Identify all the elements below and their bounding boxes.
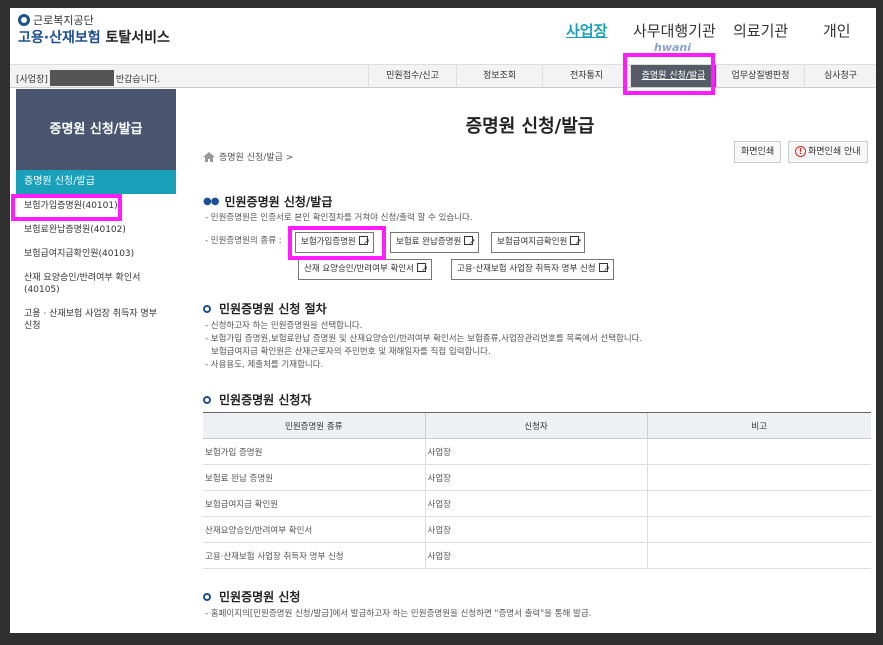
nav-agency[interactable]: 사무대행기관 (633, 20, 716, 41)
section-title: 민원증명원 신청자 (203, 391, 312, 408)
table-cell: 사업장 (424, 438, 647, 465)
column-header: 민원증명원 종류 (203, 412, 425, 439)
org-name: 근로복지공단 (33, 14, 94, 27)
menu-review-request[interactable]: 심사청구 (804, 65, 876, 87)
menu-bar: [사업장] 반갑습니다. 민원접수/신고 정보조회 전자통지 증명원 신청/발급… (10, 64, 876, 88)
bullet-dots-icon: ●● (203, 196, 219, 207)
menu-disease-judgement[interactable]: 업무상질병판정 (716, 65, 804, 87)
warning-icon: ! (795, 146, 806, 157)
table-cell (646, 542, 871, 569)
ring-bullet-icon (203, 304, 211, 313)
section-title: 민원증명원 신청 절차 (203, 300, 327, 317)
page-title: 증명원 신청/발급 (465, 116, 595, 137)
link-label: 고용·산재보험 사업장 취득자 명부 신청 (457, 264, 596, 274)
section-title-text: 민원증명원 신청 절차 (219, 302, 327, 316)
table-row: 보험급여지급 확인원 사업장 (203, 490, 871, 517)
greeting: [사업장] 반갑습니다. (16, 70, 160, 86)
external-link-icon (570, 232, 581, 251)
highlight-sidebar-item (11, 194, 122, 221)
header: 근로복지공단 고용·산재보험 토탈서비스 사업장 사무대행기관 의료기관 개인 … (10, 8, 876, 63)
link-label: 산재 요양승인/반려여부 확인서 (304, 264, 414, 274)
table-row: 산재요양승인/반려여부 확인서 사업장 (203, 516, 871, 543)
section-title: 민원증명원 신청 (203, 588, 300, 605)
print-guide-button[interactable]: ! 화면인쇄 안내 (788, 141, 868, 163)
procedure-line: - 사용용도, 제출처를 기재합니다. (205, 360, 324, 370)
section-title-text: 민원증명원 신청자 (219, 393, 312, 407)
breadcrumb-item[interactable]: 증명원 신청/발급 > (219, 150, 293, 163)
section-text: - 민원증명원은 인증서로 본인 확인절차를 거쳐야 신청/출력 할 수 있습니… (205, 213, 473, 223)
nav-personal[interactable]: 개인 (823, 20, 851, 41)
procedure-line: - 보험가입 증명원,보험료완납 증명원 및 산재요양승인/반려여부 확인서는 … (205, 334, 643, 344)
sidebar-item-acquirer-list[interactable]: 고용 · 산재보험 사업장 취득자 명부 신청 (16, 302, 176, 338)
table-cell (646, 464, 871, 491)
link-benefit-confirm[interactable]: 보험급여지급확인원 (491, 232, 586, 253)
external-link-icon (464, 232, 475, 251)
sidebar-item-benefit-confirm[interactable]: 보험급여지급확인원(40103) (16, 242, 176, 266)
section-text: - 신청하고자 하는 민원증명원을 선택합니다. - 보험가입 증명원,보험료완… (205, 320, 642, 372)
service-title-dark: 토탈서비스 (105, 30, 170, 46)
greeting-prefix: [사업장] (16, 74, 48, 85)
greeting-suffix: 반갑습니다. (115, 74, 161, 85)
section-title: ●● 민원증명원 신청/발급 (203, 193, 332, 210)
section-title-text: 민원증명원 신청 (219, 590, 301, 604)
table-row: 보험가입 증명원 사업장 (203, 438, 871, 465)
table-cell (646, 516, 871, 543)
table-header-row: 민원증명원 종류 신청자 비고 (203, 412, 871, 439)
nav-medical[interactable]: 의료기관 (733, 20, 788, 41)
procedure-line: 보험급여지급 확인원은 산재근로자의 주민번호 및 재해일자를 직접 입력합니다… (211, 347, 491, 357)
kind-label: - 민원증명원의 종류 : (205, 236, 282, 246)
table-cell: 보험가입 증명원 (203, 438, 425, 465)
external-link-icon (598, 259, 610, 278)
table-cell (646, 438, 871, 465)
table-cell (646, 490, 871, 517)
link-label: 보험급여지급확인원 (497, 237, 568, 247)
table-cell: 사업장 (424, 464, 647, 491)
external-link-icon (416, 259, 428, 278)
ring-bullet-icon (203, 592, 211, 601)
applicant-table: 민원증명원 종류 신청자 비고 보험가입 증명원 사업장 보험료 완납 증명원 … (203, 412, 871, 569)
highlight-menu-certificate (623, 53, 715, 95)
service-title-blue: 고용·산재보험 (18, 30, 101, 46)
table-cell: 사업장 (424, 516, 647, 543)
procedure-line: - 신청하고자 하는 민원증명원을 선택합니다. (205, 321, 363, 331)
menu-info-lookup[interactable]: 정보조회 (456, 65, 542, 87)
link-acquirer-list[interactable]: 고용·산재보험 사업장 취득자 명부 신청 (451, 259, 614, 280)
nav-workplace[interactable]: 사업장 (566, 20, 607, 41)
menu-civil-report[interactable]: 민원접수/신고 (368, 65, 456, 87)
sidebar-current[interactable]: 증명원 신청/발급 (16, 170, 176, 194)
table-row: 보험료 완납 증명원 사업장 (203, 464, 871, 491)
sidebar-item-premium-paid[interactable]: 보험료완납증명원(40102) (16, 218, 176, 242)
breadcrumb: 증명원 신청/발급 > (203, 150, 293, 163)
highlight-insurance-cert (288, 226, 386, 260)
ring-bullet-icon (203, 395, 211, 404)
menu-e-notice[interactable]: 전자통지 (542, 65, 630, 87)
link-premium-paid[interactable]: 보험료 완납증명원 (390, 232, 480, 253)
table-cell: 보험급여지급 확인원 (203, 490, 425, 517)
table-cell: 보험료 완납 증명원 (203, 464, 425, 491)
masked-company-name (49, 70, 114, 86)
sidebar-title: 증명원 신청/발급 (16, 89, 176, 170)
service-title[interactable]: 고용·산재보험 토탈서비스 (18, 27, 170, 47)
table-row: 고용·산재보험 사업장 취득자 명부 신청 사업장 (203, 542, 871, 569)
section-text: - 홈페이지의[민원증명원 신청/발급]에서 발급하고자 하는 민원증명원을 신… (205, 609, 592, 619)
table-cell: 고용·산재보험 사업장 취득자 명부 신청 (203, 542, 425, 569)
logo-icon (18, 14, 30, 26)
column-header: 신청자 (424, 412, 647, 439)
page: 근로복지공단 고용·산재보험 토탈서비스 사업장 사무대행기관 의료기관 개인 … (10, 8, 876, 633)
column-header: 비고 (646, 412, 871, 439)
link-label: 보험료 완납증명원 (396, 237, 462, 247)
table-cell: 사업장 (424, 542, 647, 569)
print-guide-label: 화면인쇄 안내 (808, 147, 861, 157)
table-cell: 사업장 (424, 490, 647, 517)
link-recuperation[interactable]: 산재 요양승인/반려여부 확인서 (298, 259, 432, 280)
org-logo[interactable]: 근로복지공단 (18, 12, 94, 28)
table-cell: 산재요양승인/반려여부 확인서 (203, 516, 425, 543)
home-icon[interactable] (203, 151, 215, 162)
sidebar-item-recuperation[interactable]: 산재 요양승인/반려여부 확인서 (40105) (16, 266, 176, 302)
print-button[interactable]: 화면인쇄 (734, 141, 782, 163)
section-title-text: 민원증명원 신청/발급 (224, 195, 333, 209)
